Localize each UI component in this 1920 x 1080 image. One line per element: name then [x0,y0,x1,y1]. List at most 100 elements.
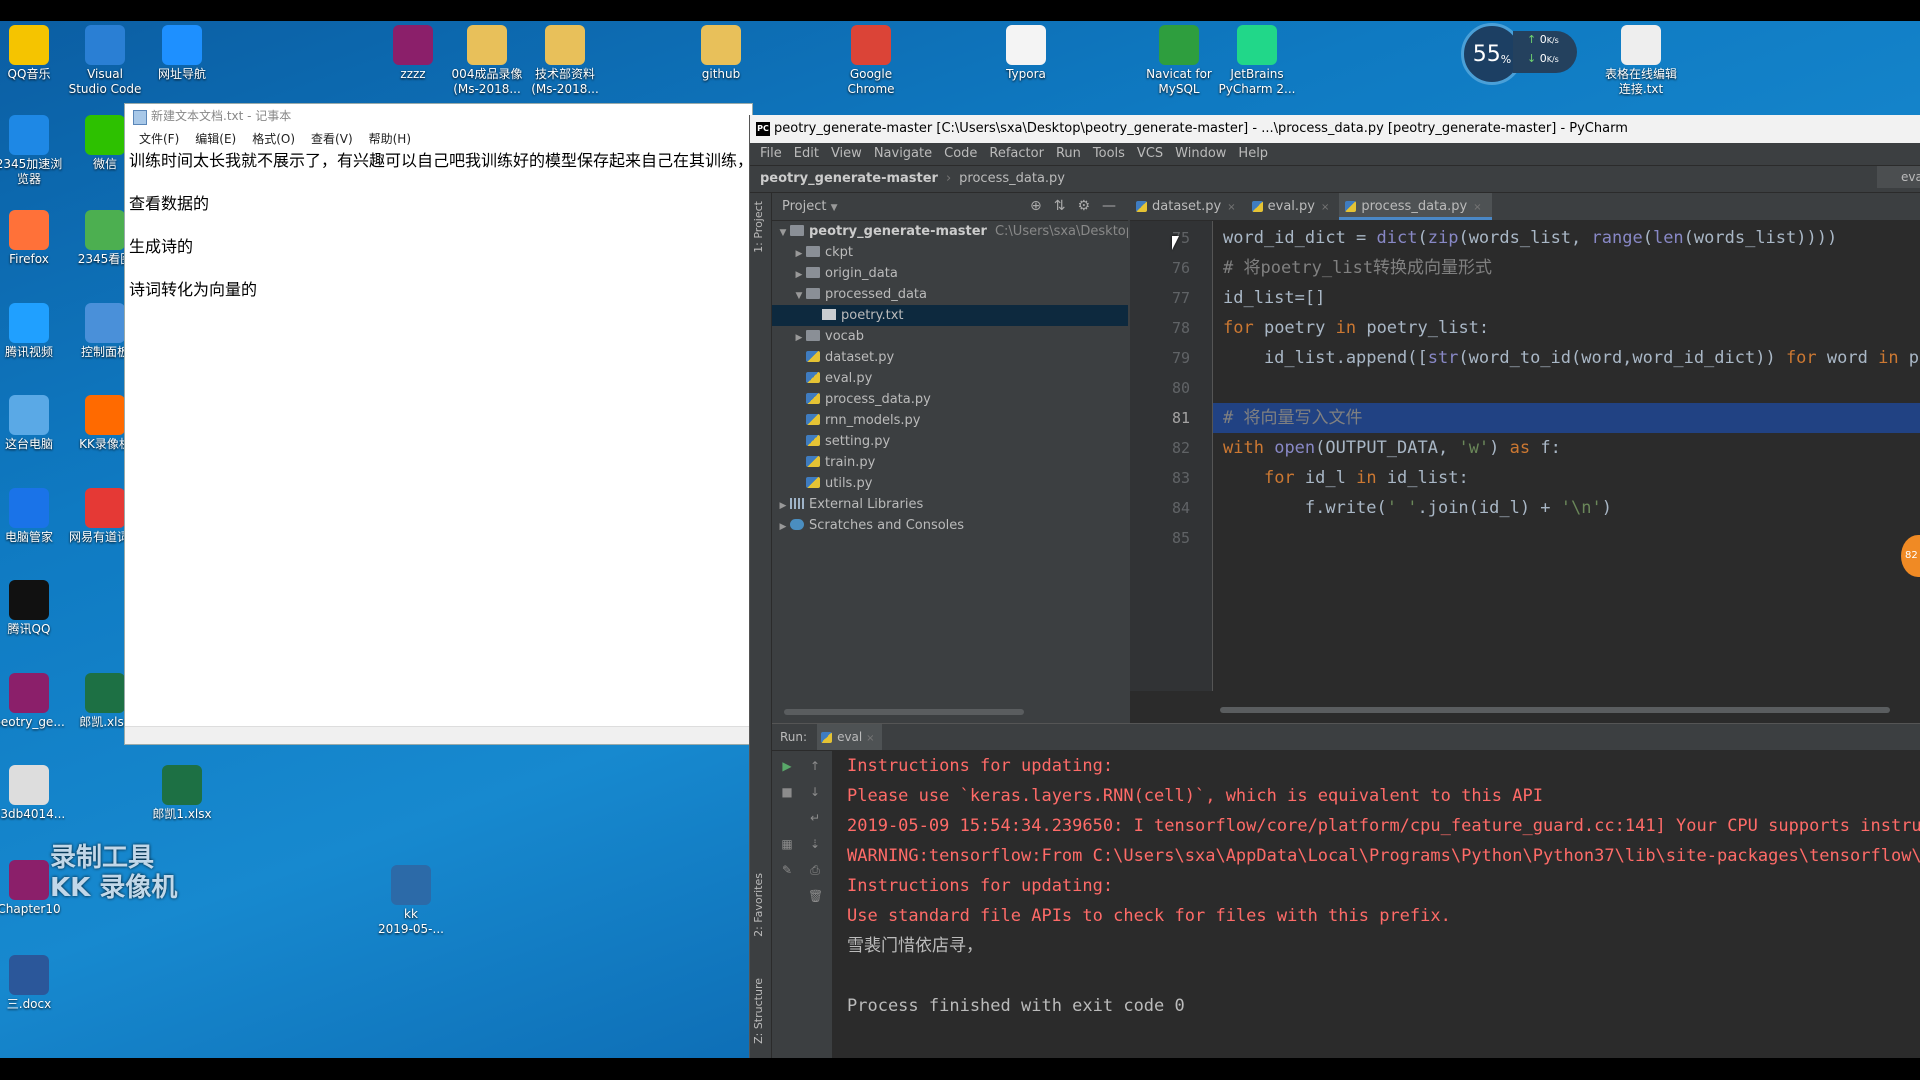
code-line[interactable]: # 将向量写入文件 [1213,403,1920,433]
chevron-right-icon[interactable]: ▶ [792,244,806,263]
tree-item[interactable]: utils.py [772,473,1128,494]
project-panel-header[interactable]: Project ▼ ⊕ ⇅ ⚙ — [772,193,1128,221]
menu-item-tools[interactable]: Tools [1087,143,1131,165]
project-view-selector[interactable]: Project [782,199,826,214]
trash-icon[interactable]: 🗑 [808,889,823,903]
code-editor[interactable]: dataset.py × eval.py × process_data.py × 75 76… [1130,193,1920,723]
chevron-right-icon[interactable]: ▶ [792,265,806,284]
desktop-icon-folder[interactable]: 004成品录像 (Ms-2018... [446,21,528,97]
notepad-titlebar[interactable]: 新建文本文档.txt - 记事本 [125,104,752,129]
desktop-icon-winrar[interactable]: peotry_ge... [0,669,70,730]
tree-item[interactable]: dataset.py [772,347,1128,368]
code-line[interactable]: # 将poetry_list转换成向量形式 [1213,253,1920,283]
desktop-icon-navicat[interactable]: Navicat for MySQL [1138,21,1220,97]
tree-item[interactable]: setting.py [772,431,1128,452]
desktop-icon-vscode[interactable]: Visual Studio Code [64,21,146,97]
chevron-down-icon[interactable]: ▼ [776,223,790,242]
tree-item[interactable]: ▶ Scratches and Consoles [772,515,1128,536]
tree-item[interactable]: ▶ External Libraries [772,494,1128,515]
notepad-window[interactable]: 新建文本文档.txt - 记事本 文件(F) 编辑(E) 格式(O) 查看(V) 帮助(… [124,103,753,745]
network-speed-widget[interactable]: 55% ↑ 0K/s ↓ 0K/s [1461,23,1581,85]
menu-item-code[interactable]: Code [938,143,983,165]
scroll-to-end-icon[interactable]: ⇣ [808,837,822,851]
hide-icon[interactable]: — [1102,193,1116,220]
editor-tab-process_data[interactable]: process_data.py × [1339,193,1492,220]
desktop-icon-this-pc[interactable]: 这台电脑 [0,391,70,452]
code-line[interactable] [1213,523,1920,553]
tree-item[interactable]: eval.py [772,368,1128,389]
soft-wrap-icon[interactable]: ↵ [808,811,822,825]
pycharm-window[interactable]: PC peotry_generate-master [C:\Users\sxa\… [749,115,1920,1058]
editor-horizontal-scrollbar[interactable] [1220,707,1890,713]
layout-icon[interactable]: ▦ [780,837,794,851]
collapse-all-icon[interactable]: ⇅ [1054,193,1066,220]
close-icon[interactable]: × [866,733,874,744]
close-icon[interactable]: × [1321,202,1329,213]
desktop-icon-qq[interactable]: 腾讯QQ [0,576,70,637]
code-line[interactable]: for id_l in id_list: [1213,463,1920,493]
down-arrow-icon[interactable]: ↓ [808,785,822,799]
desktop-icon-winrar[interactable]: zzzz [372,21,454,82]
desktop-icon-pc-manager[interactable]: 电脑管家 [0,484,70,545]
menu-item-file[interactable]: File [754,143,788,165]
desktop-icon-text-file[interactable]: 表格在线编辑 连接.txt [1600,21,1682,97]
code-line[interactable]: for poetry in poetry_list: [1213,313,1920,343]
tree-root[interactable]: ▼ peotry_generate-master C:\Users\sxa\Desk… [772,221,1128,242]
rerun-icon[interactable]: ▶ [780,759,794,773]
project-horizontal-scrollbar[interactable] [784,709,1024,715]
menu-item-help[interactable]: Help [1232,143,1274,165]
menu-item-vcs[interactable]: VCS [1131,143,1169,165]
tree-item[interactable]: poetry.txt [772,305,1128,326]
tree-item[interactable]: ▼ processed_data [772,284,1128,305]
chevron-right-icon[interactable]: ▶ [792,328,806,347]
desktop-icon-excel[interactable]: 郎凯1.xlsx [141,761,223,822]
pycharm-titlebar[interactable]: PC peotry_generate-master [C:\Users\sxa\… [750,115,1920,143]
code-area[interactable]: word_id_dict = dict(zip(words_list, rang… [1213,221,1920,691]
editor-tab-eval[interactable]: eval.py × [1246,193,1340,220]
notepad-menu-item[interactable]: 格式(O) [244,129,303,149]
desktop-icon-pycharm[interactable]: JetBrains PyCharm 2... [1216,21,1298,97]
locate-icon[interactable]: ⊕ [1030,193,1042,220]
desktop-icon-firefox[interactable]: Firefox [0,206,70,267]
chevron-right-icon[interactable]: ▶ [776,496,790,515]
chevron-right-icon[interactable]: ▶ [776,517,790,536]
notepad-menu-item[interactable]: 帮助(H) [361,129,419,149]
menu-item-refactor[interactable]: Refactor [983,143,1050,165]
pin-icon[interactable]: ✎ [780,863,794,877]
code-line[interactable]: f.write(' '.join(id_l) + '\n') [1213,493,1920,523]
project-tool-tab[interactable]: 1: Project [752,201,765,253]
gear-icon[interactable]: ⚙ [1077,193,1090,220]
menu-item-navigate[interactable]: Navigate [868,143,938,165]
desktop-icon-ie[interactable]: 网址导航 [141,21,223,82]
desktop-icon-folder[interactable]: github [680,21,762,82]
breadcrumb-file[interactable]: process_data.py [959,166,1065,192]
tree-item[interactable]: rnn_models.py [772,410,1128,431]
notepad-horizontal-scrollbar[interactable] [125,726,752,744]
desktop-icon-tencent-video[interactable]: 腾讯视频 [0,299,70,360]
desktop-icon-qq-music[interactable]: QQ音乐 [0,21,70,82]
notepad-menu-item[interactable]: 查看(V) [303,129,361,149]
favorites-tool-tab[interactable]: 2: Favorites [752,873,765,937]
console-output[interactable]: Instructions for updating: Please use `ke… [833,751,1920,1058]
notepad-text-area[interactable]: 训练时间太长我就不展示了，有兴趣可以自己吧我训练好的模型保存起来自己在其训练， 查… [125,149,752,325]
menu-item-window[interactable]: Window [1169,143,1232,165]
code-line[interactable]: id_list.append([str(word_to_id(word,word… [1213,343,1920,373]
run-config-selector[interactable]: eva [1877,166,1920,188]
desktop-icon-video-file[interactable]: kk 2019-05-... [370,861,452,937]
tree-item[interactable]: ▶ vocab [772,326,1128,347]
run-tab-eval[interactable]: eval × [817,724,883,750]
close-icon[interactable]: × [1227,202,1235,213]
editor-tab-dataset[interactable]: dataset.py × [1130,193,1246,220]
notepad-menu-item[interactable]: 编辑(E) [187,129,244,149]
stop-icon[interactable]: ■ [780,785,794,799]
menu-item-view[interactable]: View [825,143,868,165]
chevron-down-icon[interactable]: ▼ [792,286,806,305]
breadcrumb-project[interactable]: peotry_generate-master [760,166,938,192]
print-icon[interactable]: ⎙ [808,863,822,877]
desktop-icon-image-file[interactable]: 83db4014... [0,761,70,822]
menu-item-run[interactable]: Run [1050,143,1087,165]
desktop-icon-word[interactable]: 三.docx [0,951,70,1012]
code-line[interactable]: id_list=[] [1213,283,1920,313]
tree-item[interactable]: ▶ origin_data [772,263,1128,284]
tree-item[interactable]: train.py [772,452,1128,473]
